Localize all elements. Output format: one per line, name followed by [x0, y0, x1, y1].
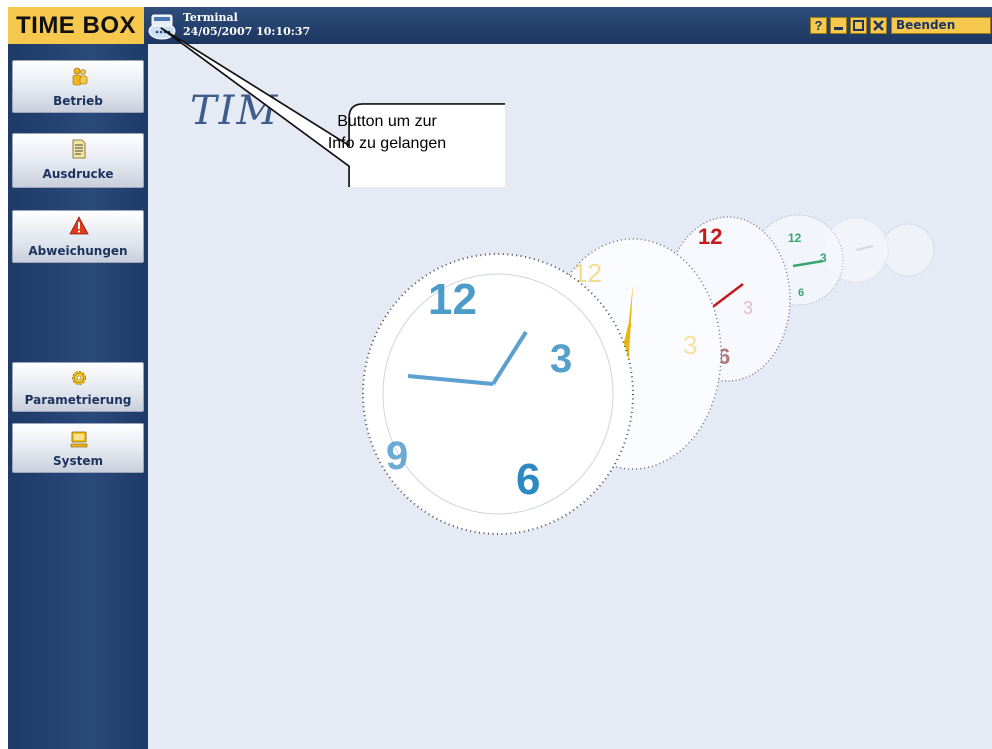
exit-button[interactable]: Beenden [891, 17, 991, 34]
app-window: TIME BOX Terminal 24/05/2007 10:10:37 ? … [8, 7, 992, 749]
sidebar-item-ausdrucke[interactable]: Ausdrucke [12, 133, 144, 188]
callout-bubble [160, 27, 505, 187]
svg-text:3: 3 [683, 330, 697, 360]
callout-line-1: Button um zur [337, 113, 437, 130]
document-icon [72, 139, 86, 159]
computer-icon [70, 431, 88, 448]
svg-text:6: 6 [798, 287, 804, 299]
sidebar-item-label: Betrieb [53, 94, 103, 108]
warning-icon [69, 216, 89, 235]
sidebar-item-system[interactable]: System [12, 423, 144, 473]
maximize-button[interactable] [850, 17, 867, 34]
clocks-illustration: 12 3 6 12 6 3 12 3 12 3 6 9 [362, 214, 935, 535]
sidebar: Betrieb Ausdrucke Abweichungen Parametri… [8, 44, 148, 749]
svg-text:3: 3 [550, 337, 572, 381]
clock-6 [881, 223, 935, 277]
close-button[interactable] [870, 17, 887, 34]
minimize-button[interactable] [830, 17, 847, 34]
help-button[interactable]: ? [810, 17, 827, 34]
svg-text:12: 12 [428, 275, 477, 324]
close-icon [873, 20, 884, 31]
svg-text:12: 12 [788, 231, 802, 245]
callout-text: Button um zur Info zu gelangen [276, 111, 498, 155]
gear-icon [72, 371, 86, 385]
sidebar-item-betrieb[interactable]: Betrieb [12, 60, 144, 113]
svg-text:3: 3 [743, 298, 753, 318]
svg-text:9: 9 [386, 434, 408, 478]
sidebar-item-parametrierung[interactable]: Parametrierung [12, 362, 144, 412]
svg-text:6: 6 [516, 455, 540, 504]
sidebar-item-abweichungen[interactable]: Abweichungen [12, 210, 144, 263]
svg-text:3: 3 [820, 251, 827, 265]
svg-text:12: 12 [698, 224, 722, 249]
people-icon [72, 67, 88, 86]
sidebar-item-label: Abweichungen [28, 244, 128, 258]
minimize-icon [834, 27, 843, 30]
sidebar-item-label: Ausdrucke [42, 167, 114, 181]
callout-line-2: Info zu gelangen [327, 135, 447, 152]
sidebar-item-label: Parametrierung [24, 393, 132, 407]
clock-1: 12 3 6 9 [362, 253, 634, 535]
sidebar-item-label: System [53, 454, 103, 468]
maximize-icon [853, 20, 864, 31]
time-box-logo-button[interactable]: TIME BOX [8, 7, 144, 44]
